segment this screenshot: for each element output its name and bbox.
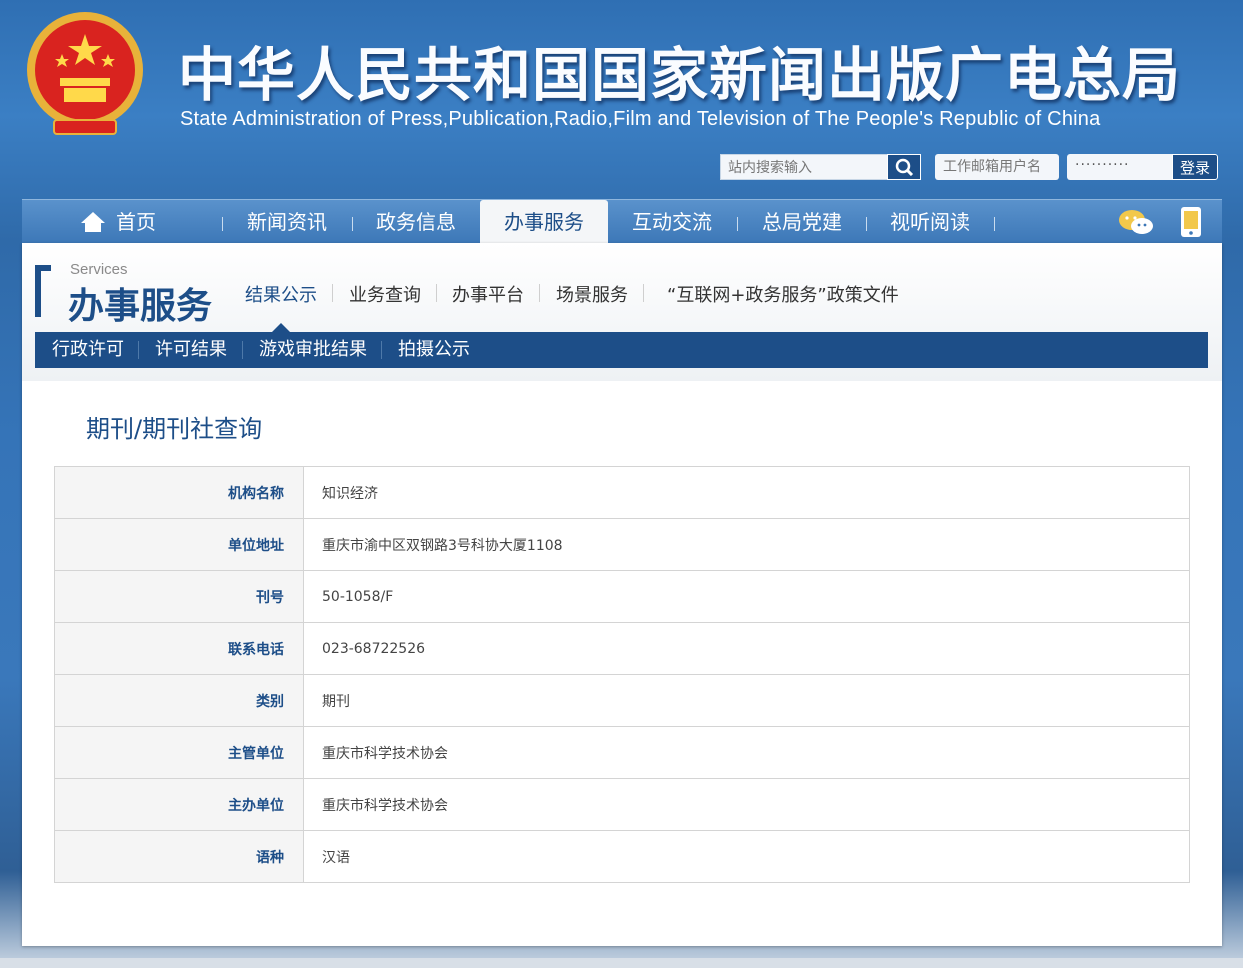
site-search-input[interactable]: 站内搜索输入	[720, 154, 888, 180]
nav-item-news[interactable]: 新闻资讯	[227, 200, 347, 244]
site-title-en: State Administration of Press,Publicatio…	[180, 108, 1101, 130]
subnav-divider	[332, 284, 333, 302]
mobile-icon[interactable]	[1180, 206, 1202, 238]
nav-item-audiovisual[interactable]: 视听阅读	[870, 200, 990, 244]
field-label: 类别	[54, 674, 304, 727]
subnav-scenario-services[interactable]: 场景服务	[556, 281, 628, 307]
field-label: 刊号	[54, 570, 304, 623]
tab-filming-announcements[interactable]: 拍摄公示	[398, 332, 470, 368]
nav-item-government-info[interactable]: 政务信息	[356, 200, 476, 244]
field-label: 联系电话	[54, 622, 304, 675]
table-row: 联系电话 023-68722526	[54, 622, 1190, 675]
wechat-icon[interactable]	[1118, 208, 1154, 236]
subnav-divider	[436, 284, 437, 302]
nav-divider	[352, 217, 353, 231]
active-subnav-pointer	[272, 323, 290, 332]
field-value: 重庆市科学技术协会	[303, 778, 1190, 831]
search-button[interactable]	[887, 154, 921, 180]
table-row: 刊号 50-1058/F	[54, 570, 1190, 623]
table-row: 主办单位 重庆市科学技术协会	[54, 778, 1190, 831]
footer-band	[0, 958, 1243, 968]
subnav-divider	[643, 284, 644, 302]
field-label: 单位地址	[54, 518, 304, 571]
field-label: 主办单位	[54, 778, 304, 831]
field-value: 期刊	[303, 674, 1190, 727]
table-row: 机构名称 知识经济	[54, 466, 1190, 519]
periodical-info-table: 机构名称 知识经济 单位地址 重庆市渝中区双钢路3号科协大厦1108 刊号 50-1058…	[54, 466, 1190, 883]
section-bracket	[35, 265, 51, 271]
subnav-policy-documents[interactable]: “互联网+政务服务”政策文件	[667, 281, 899, 307]
nav-divider	[737, 217, 738, 231]
field-value: 50-1058/F	[303, 570, 1190, 623]
page-title: 期刊/期刊社查询	[86, 415, 263, 443]
table-row: 主管单位 重庆市科学技术协会	[54, 726, 1190, 779]
field-value: 023-68722526	[303, 622, 1190, 675]
table-row: 语种 汉语	[54, 830, 1190, 883]
field-value: 重庆市渝中区双钢路3号科协大厦1108	[303, 518, 1190, 571]
main-content: Services 办事服务 结果公示 业务查询 办事平台 场景服务 “互联网+政…	[22, 243, 1222, 946]
table-row: 单位地址 重庆市渝中区双钢路3号科协大厦1108	[54, 518, 1190, 571]
field-label: 机构名称	[54, 466, 304, 519]
field-label: 主管单位	[54, 726, 304, 779]
field-value: 汉语	[303, 830, 1190, 883]
subnav-results[interactable]: 结果公示	[245, 281, 317, 307]
section-title-cn: 办事服务	[68, 286, 213, 327]
home-icon	[81, 211, 105, 232]
nav-item-label: 首页	[116, 210, 156, 234]
login-button[interactable]: 登录	[1172, 154, 1218, 180]
national-emblem-icon	[27, 12, 143, 135]
tab-divider	[138, 341, 139, 359]
search-icon	[895, 158, 914, 176]
tab-divider	[381, 341, 382, 359]
password-field[interactable]: ··········	[1067, 154, 1173, 180]
nav-divider	[222, 217, 223, 231]
sub-tabs: 行政许可 许可结果 游戏审批结果 拍摄公示	[35, 332, 1208, 368]
table-row: 类别 期刊	[54, 674, 1190, 727]
section-header: Services 办事服务 结果公示 业务查询 办事平台 场景服务 “互联网+政…	[22, 243, 1222, 381]
field-value: 重庆市科学技术协会	[303, 726, 1190, 779]
nav-item-home[interactable]: 首页	[68, 200, 168, 244]
subnav-service-platform[interactable]: 办事平台	[452, 281, 524, 307]
nav-item-interaction[interactable]: 互动交流	[612, 200, 732, 244]
email-username-field[interactable]: 工作邮箱用户名	[935, 154, 1059, 180]
field-label: 语种	[54, 830, 304, 883]
section-bracket	[35, 265, 41, 317]
tab-license-results[interactable]: 许可结果	[155, 332, 227, 368]
main-nav: 首页 新闻资讯 政务信息 办事服务 互动交流 总局党建 视听阅读	[22, 199, 1222, 244]
subnav-business-query[interactable]: 业务查询	[349, 281, 421, 307]
section-title-en: Services	[70, 261, 128, 278]
tab-game-approval-results[interactable]: 游戏审批结果	[259, 332, 367, 368]
tab-divider	[242, 341, 243, 359]
field-value: 知识经济	[303, 466, 1190, 519]
site-header: 中华人民共和国国家新闻出版广电总局 State Administration o…	[0, 0, 1243, 198]
subnav-divider	[539, 284, 540, 302]
nav-divider	[994, 217, 995, 231]
site-title-cn: 中华人民共和国国家新闻出版广电总局	[178, 41, 1182, 109]
nav-item-party-building[interactable]: 总局党建	[742, 200, 862, 244]
nav-divider	[866, 217, 867, 231]
tab-administrative-license[interactable]: 行政许可	[52, 332, 124, 368]
nav-item-services[interactable]: 办事服务	[480, 200, 608, 244]
